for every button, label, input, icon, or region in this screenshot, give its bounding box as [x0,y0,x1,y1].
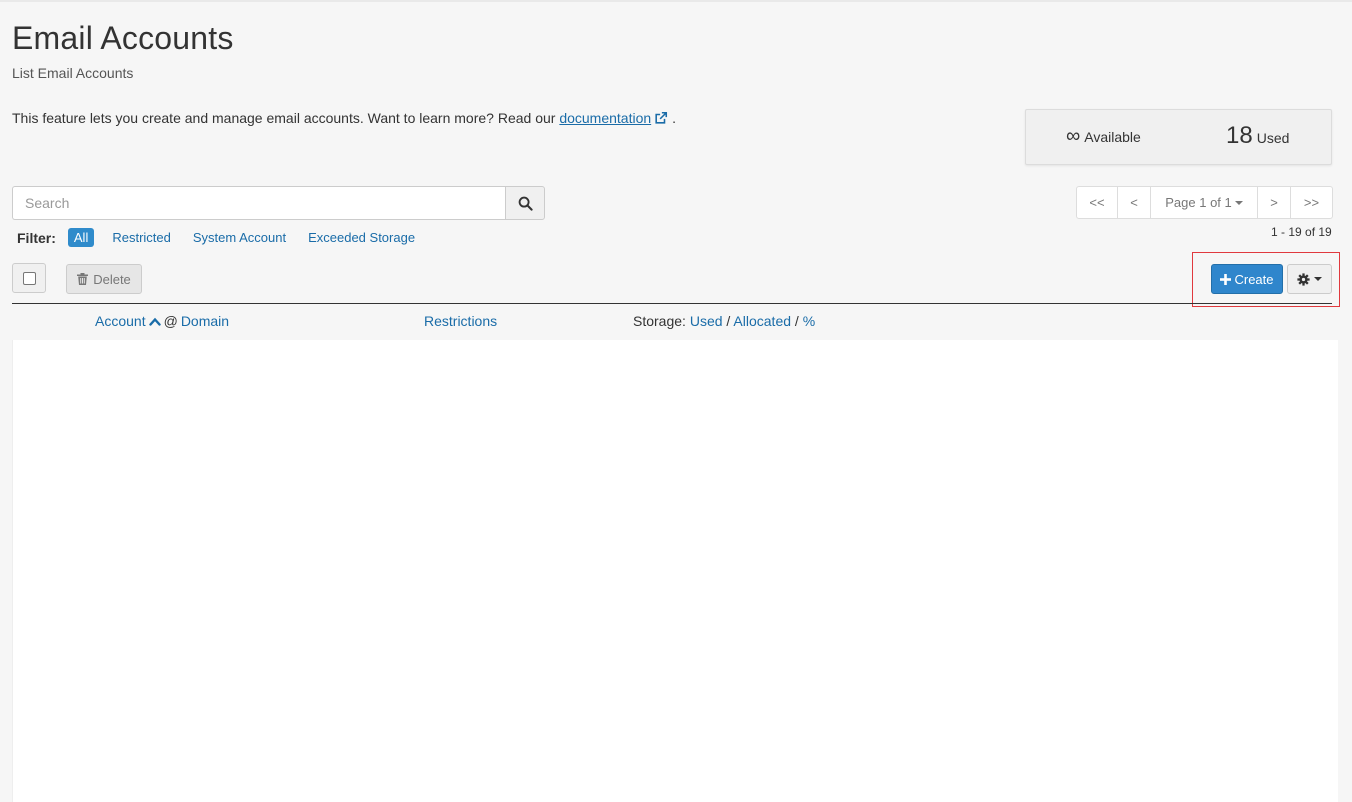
filter-restricted[interactable]: Restricted [112,230,171,245]
intro-description: This feature lets you create and manage … [12,110,556,126]
used-label: Used [1256,130,1290,146]
column-account-domain: Account @ Domain [95,313,229,329]
search-button[interactable] [505,186,545,220]
sort-percent-link[interactable]: % [803,313,815,329]
page-title: Email Accounts [12,20,234,56]
search-input[interactable] [13,187,506,219]
top-border [0,0,1352,2]
used-value: 18 [1226,122,1253,149]
filter-bar: Filter: All Restricted System Account Ex… [17,228,437,247]
available-value: ∞ [1066,125,1081,147]
storage-slash: / [726,313,731,329]
search-field [12,186,506,220]
page-select-dropdown[interactable]: Page 1 of 1 [1151,187,1258,218]
filter-system-account[interactable]: System Account [193,230,286,245]
sort-domain-link[interactable]: Domain [181,313,229,329]
delete-button[interactable]: Delete [66,264,142,294]
email-accounts-page: Email Accounts List Email Accounts This … [0,0,1352,802]
create-label: Create [1234,271,1274,287]
header-divider [12,303,1332,304]
storage-prefix: Storage: [633,313,686,329]
column-storage: Storage: Used / Allocated / % [633,313,815,329]
intro-suffix: . [672,110,676,126]
available-label: Available [1084,129,1141,145]
filter-all[interactable]: All [67,228,95,247]
search-icon [518,196,533,211]
chevron-up-icon [148,317,161,326]
sort-allocated-link[interactable]: Allocated [733,313,791,329]
stat-used: 18 Used [1226,122,1289,150]
stat-available: ∞ Available [1066,124,1141,148]
first-page-button[interactable]: << [1077,187,1118,218]
next-page-button[interactable]: > [1258,187,1291,218]
documentation-link[interactable]: documentation [559,110,668,126]
external-link-icon [655,111,668,124]
page-subtitle: List Email Accounts [12,65,134,81]
storage-slash: / [794,313,799,329]
create-button[interactable]: Create [1211,264,1283,294]
sort-account-link[interactable]: Account [95,313,146,329]
filter-label: Filter: [17,229,56,246]
at-separator: @ [163,313,178,329]
filter-exceeded-storage[interactable]: Exceeded Storage [308,230,415,245]
chevron-down-icon [1314,277,1322,281]
page-label: Page 1 of 1 [1165,195,1232,210]
intro-text: This feature lets you create and manage … [12,110,676,126]
chevron-down-icon [1234,200,1243,205]
account-stats-panel: ∞ Available 18 Used [1025,109,1332,165]
results-count: 1 - 19 of 19 [1271,225,1332,239]
prev-page-button[interactable]: < [1118,187,1151,218]
settings-dropdown-button[interactable] [1287,264,1332,294]
last-page-button[interactable]: >> [1291,187,1332,218]
table-header: Account @ Domain Restrictions Storage: U… [0,313,1352,333]
gear-icon [1297,272,1310,286]
accounts-table-body [12,340,1338,802]
sort-restrictions-link[interactable]: Restrictions [424,313,497,329]
checkbox-icon [22,271,36,285]
plus-icon [1220,273,1232,285]
select-all-checkbox[interactable] [12,263,46,293]
sort-used-link[interactable]: Used [690,313,723,329]
delete-label: Delete [93,271,131,287]
trash-icon [77,273,89,285]
pagination: << < Page 1 of 1 > >> [1076,186,1333,219]
